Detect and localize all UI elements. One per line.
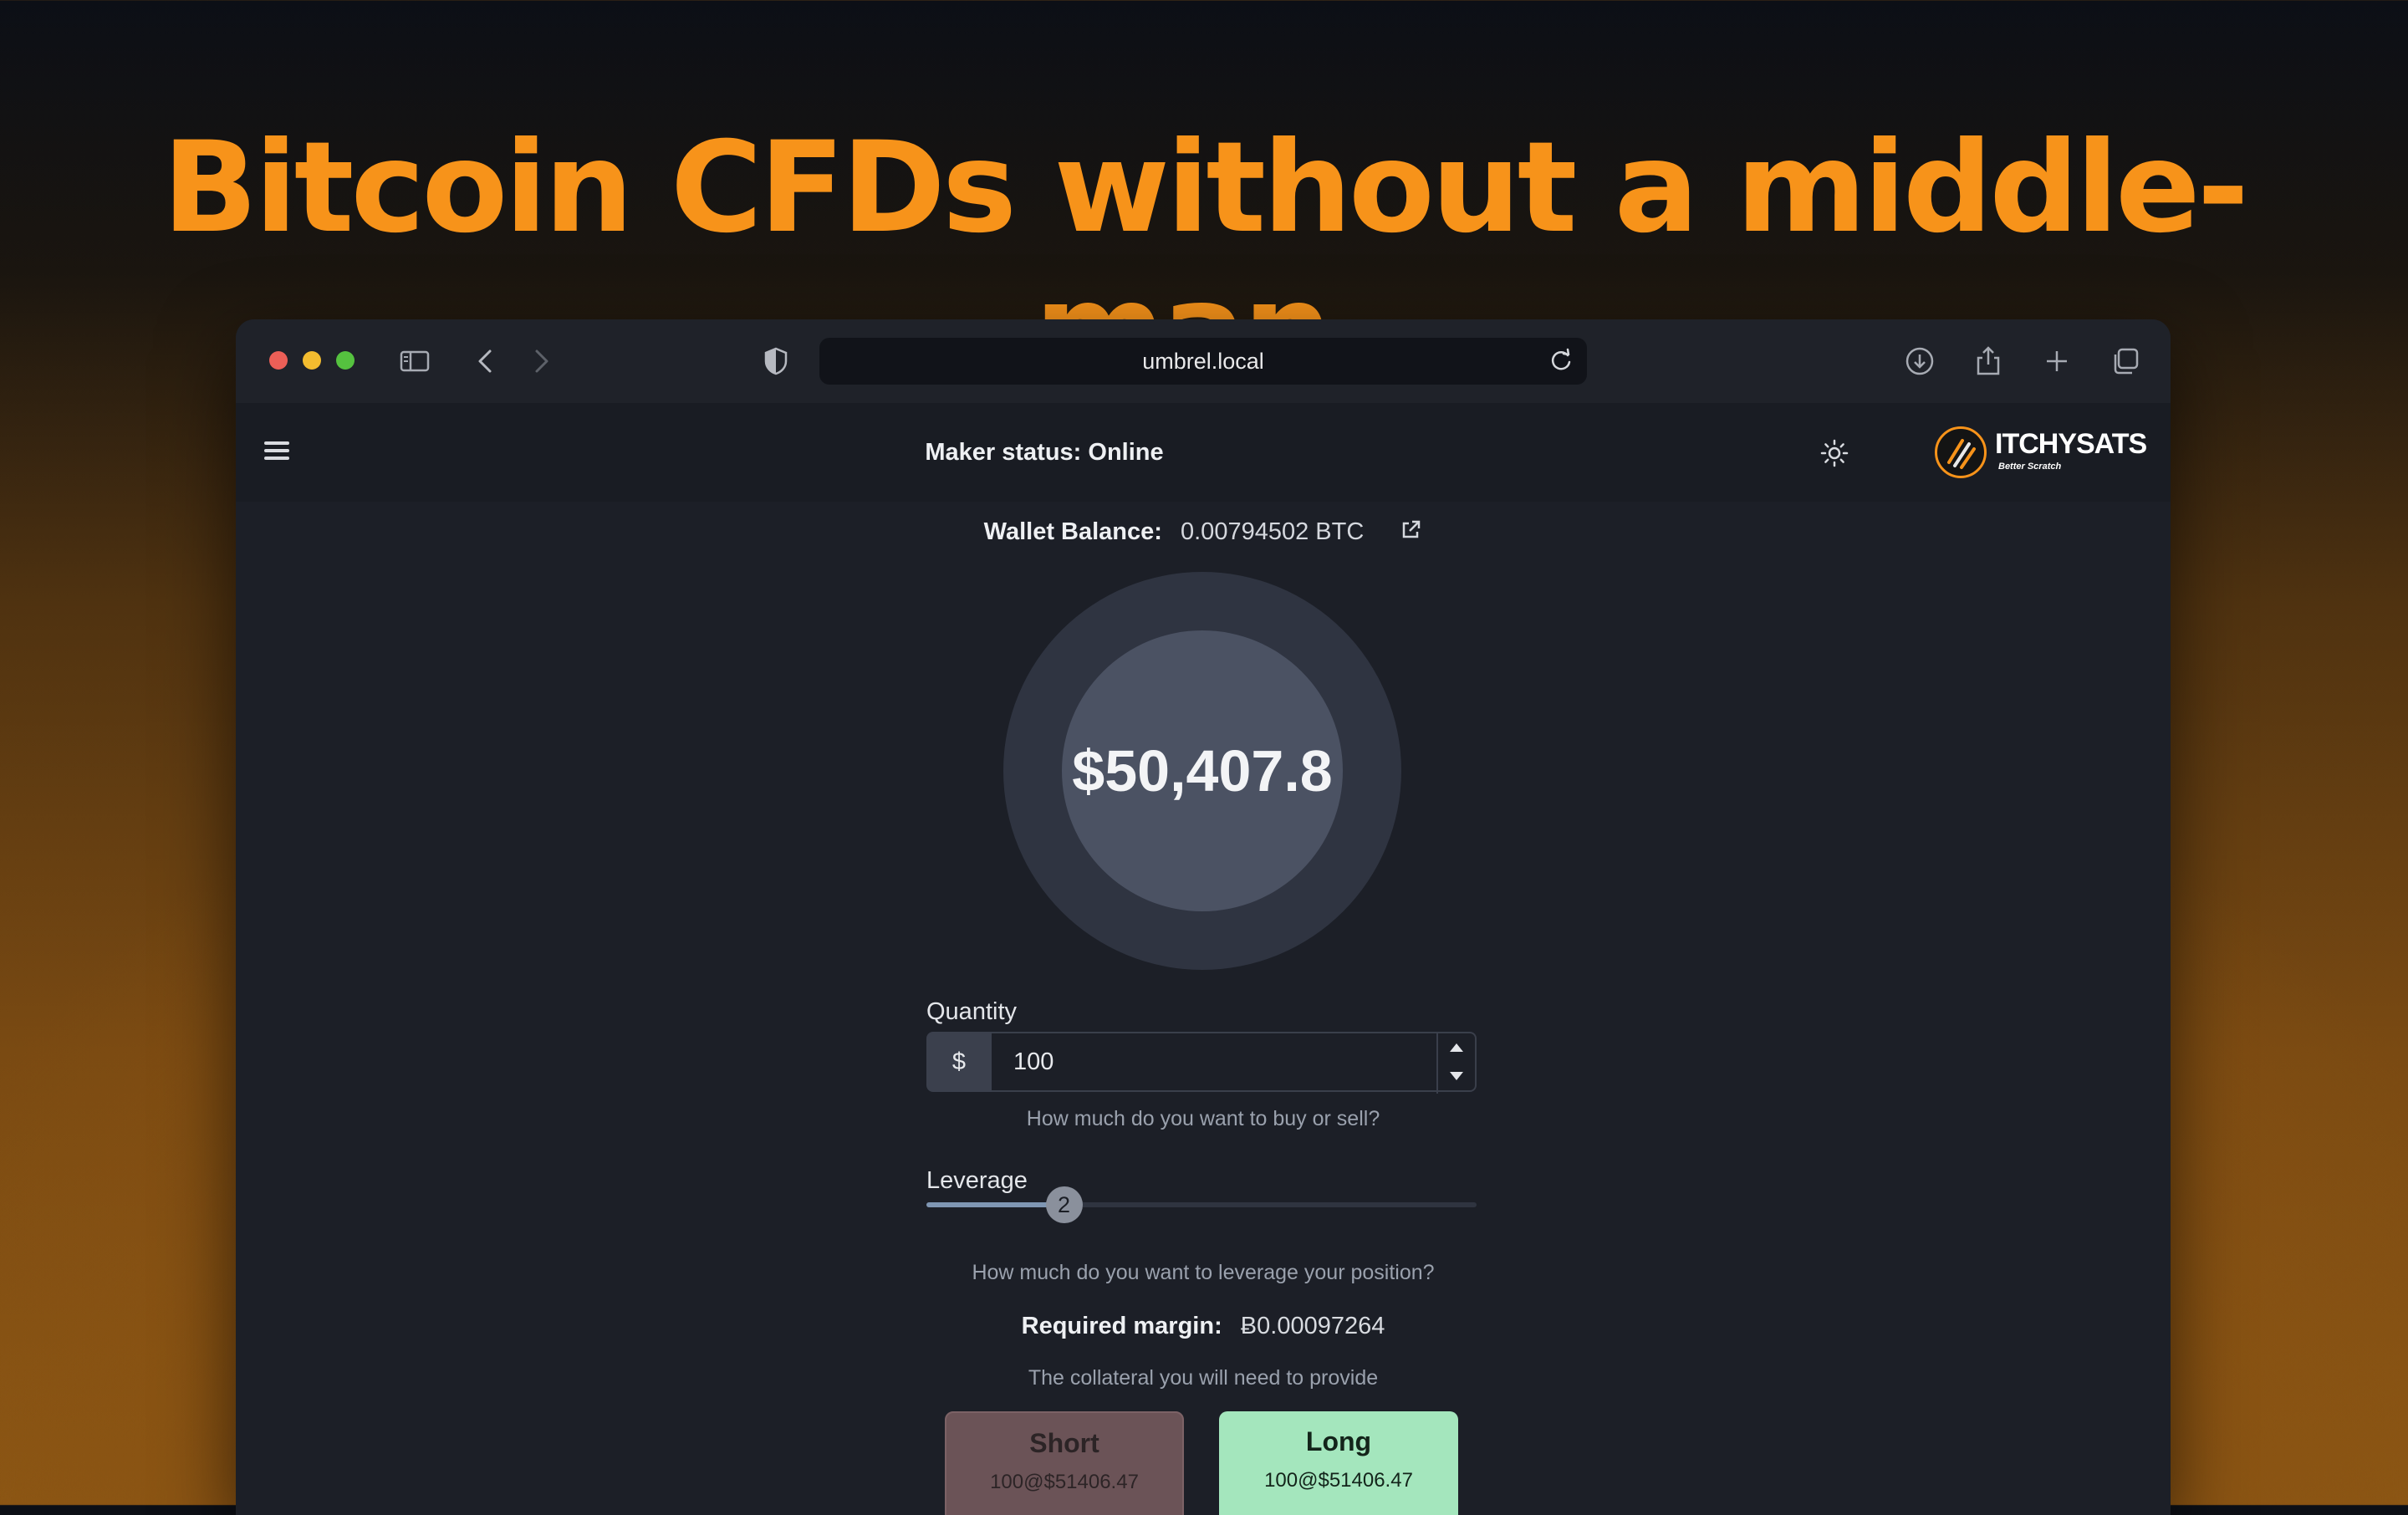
- short-button-label: Short: [1029, 1428, 1099, 1458]
- reload-icon[interactable]: [1547, 346, 1575, 375]
- leverage-slider-fill: [926, 1202, 1064, 1207]
- close-window-button[interactable]: [269, 351, 288, 370]
- long-button-label: Long: [1305, 1426, 1372, 1456]
- forward-icon[interactable]: [523, 344, 557, 378]
- logo-text: ITCHYSATS: [1995, 428, 2147, 460]
- back-icon[interactable]: [470, 344, 503, 378]
- browser-toolbar: umbrel.local: [236, 319, 2171, 403]
- logo-subtitle: Better Scratch: [1998, 462, 2062, 472]
- required-margin-label: Required margin:: [1021, 1313, 1222, 1339]
- sidebar-toggle-icon[interactable]: [398, 344, 431, 378]
- share-icon[interactable]: [1972, 344, 2005, 378]
- long-button[interactable]: Long 100@$51406.47: [1219, 1411, 1458, 1515]
- address-bar[interactable]: umbrel.local: [819, 338, 1587, 385]
- price-display: $50,407.8: [1003, 572, 1401, 970]
- tab-overview-icon[interactable]: [2109, 344, 2142, 378]
- long-button-offer: 100@$51406.47: [1264, 1469, 1413, 1492]
- url-text: umbrel.local: [1142, 349, 1264, 374]
- privacy-shield-icon[interactable]: [759, 344, 793, 378]
- wallet-balance-value: 0.00794502 BTC: [1181, 518, 1365, 545]
- leverage-label: Leverage: [926, 1167, 1028, 1194]
- short-button-offer: 100@$51406.47: [990, 1471, 1139, 1493]
- maker-status: Maker status: Online: [925, 439, 1164, 466]
- increment-icon[interactable]: [1438, 1033, 1475, 1062]
- required-margin-value: Ƀ0.00097264: [1240, 1313, 1385, 1339]
- wallet-balance-label: Wallet Balance:: [983, 518, 1162, 545]
- quantity-help: How much do you want to buy or sell?: [1026, 1107, 1380, 1130]
- browser-window: umbrel.local Maker status: Online ITCHYS…: [236, 319, 2171, 1515]
- trade-panel: Wallet Balance: 0.00794502 BTC $50,407.8…: [236, 502, 2171, 1515]
- zoom-window-button[interactable]: [336, 351, 355, 370]
- quantity-stepper[interactable]: [1436, 1033, 1475, 1094]
- leverage-slider[interactable]: 2: [926, 1186, 1477, 1223]
- downloads-icon[interactable]: [1903, 344, 1936, 378]
- btc-price: $50,407.8: [1072, 738, 1333, 803]
- external-link-icon[interactable]: [1399, 518, 1422, 542]
- quantity-input-group: $ 100: [926, 1032, 1477, 1094]
- leverage-slider-thumb[interactable]: 2: [1045, 1186, 1083, 1223]
- quantity-input[interactable]: 100: [992, 1032, 1477, 1094]
- required-margin: Required margin: Ƀ0.00097264: [236, 1313, 2171, 1340]
- app-header: Maker status: Online ITCHYSATS Better Sc…: [236, 403, 2171, 502]
- theme-toggle-sun-icon[interactable]: [1819, 438, 1849, 468]
- new-tab-icon[interactable]: [2040, 344, 2074, 378]
- currency-prefix: $: [926, 1032, 992, 1092]
- short-button[interactable]: Short 100@$51406.47: [945, 1411, 1184, 1515]
- decrement-icon[interactable]: [1438, 1062, 1475, 1090]
- logo-emblem-icon: [1935, 426, 1987, 478]
- itchysats-logo[interactable]: ITCHYSATS Better Scratch: [1935, 425, 2147, 483]
- leverage-help: How much do you want to leverage your po…: [972, 1261, 1435, 1284]
- minimize-window-button[interactable]: [303, 351, 321, 370]
- quantity-value: 100: [1013, 1048, 1054, 1075]
- margin-help: The collateral you will need to provide: [1028, 1366, 1379, 1390]
- wallet-balance: Wallet Balance: 0.00794502 BTC: [236, 518, 2171, 546]
- quantity-label: Quantity: [926, 998, 1017, 1025]
